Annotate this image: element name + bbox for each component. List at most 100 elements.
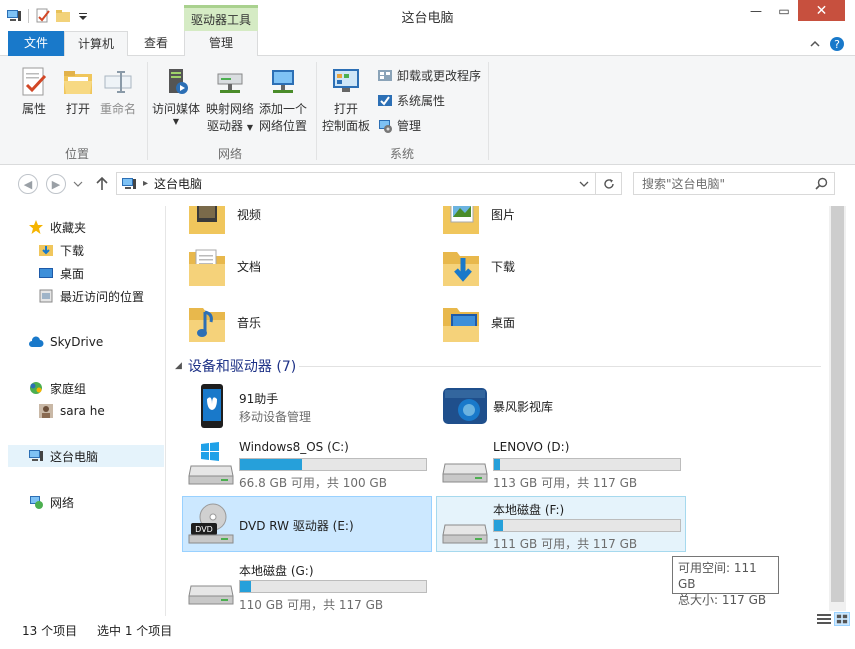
tab-file[interactable]: 文件: [8, 31, 64, 56]
navigation-pane: 收藏夹 下载 桌面 最近访问的位置 SkyDrive 家庭组 sara he 这…: [0, 206, 166, 616]
add-location-label-1: 添加一个: [259, 102, 308, 116]
access-media-button[interactable]: 访问媒体 ▼: [152, 66, 200, 126]
system-properties-button[interactable]: 系统属性: [377, 92, 445, 109]
device-storm-library[interactable]: 暴风影视库: [437, 378, 687, 434]
network-icon: [30, 496, 43, 509]
status-item-count: 13 个项目: [22, 624, 78, 638]
chevron-up-icon[interactable]: [808, 37, 822, 51]
properties-label: 属性: [21, 102, 46, 116]
nav-skydrive[interactable]: SkyDrive: [28, 333, 103, 351]
close-button[interactable]: ✕: [798, 0, 845, 21]
hard-drive-icon: [188, 585, 234, 605]
recent-places-icon: [39, 289, 53, 303]
vertical-scrollbar[interactable]: [829, 206, 846, 611]
system-properties-icon: [378, 94, 392, 106]
search-input[interactable]: 搜索"这台电脑": [642, 175, 725, 192]
group-label-location: 位置: [65, 147, 90, 161]
video-folder-icon: [189, 206, 225, 234]
refresh-icon: [603, 178, 614, 189]
content-area: 视频 图片 文档 下载 音乐 桌面 ◢ 设备和驱动器 (7) 91助手 移动设备…: [167, 206, 829, 616]
nav-homegroup[interactable]: 家庭组: [28, 379, 86, 397]
nav-downloads[interactable]: 下载: [38, 241, 84, 259]
folder-pictures[interactable]: 图片: [441, 206, 515, 236]
drive-d[interactable]: LENOVO (D:) 113 GB 可用，共 117 GB: [437, 436, 687, 492]
drive-e[interactable]: DVD DVD RW 驱动器 (E:): [182, 496, 432, 552]
tab-computer[interactable]: 计算机: [64, 31, 128, 57]
nav-favorites[interactable]: 收藏夹: [28, 218, 86, 236]
tiles-view-icon[interactable]: [834, 612, 850, 626]
chevron-down-icon[interactable]: [579, 181, 589, 188]
storm-media-icon: [443, 388, 487, 424]
help-icon[interactable]: ?: [829, 36, 845, 52]
search-box[interactable]: 搜索"这台电脑": [633, 172, 835, 195]
rename-icon: [104, 71, 132, 93]
open-control-panel-button[interactable]: 打开 控制面板: [322, 66, 370, 135]
breadcrumb-arrow-icon[interactable]: ▸: [143, 178, 148, 189]
nav-user-label: sara he: [60, 404, 105, 418]
drive-d-name: LENOVO (D:): [493, 440, 570, 454]
maximize-button[interactable]: ▭: [770, 0, 798, 21]
search-icon[interactable]: [815, 177, 828, 190]
tab-manage[interactable]: 管理: [184, 31, 258, 56]
folder-downloads[interactable]: 下载: [441, 244, 515, 288]
drive-d-sub: 113 GB 可用，共 117 GB: [493, 476, 638, 490]
forward-button[interactable]: ▶: [46, 174, 66, 194]
nav-network[interactable]: 网络: [28, 493, 74, 511]
address-bar[interactable]: ▸ 这台电脑: [116, 172, 596, 195]
folder-desktop[interactable]: 桌面: [441, 300, 515, 344]
drive-d-usage-bar: [493, 458, 681, 471]
manage-label: 管理: [397, 119, 422, 133]
nav-desktop[interactable]: 桌面: [38, 264, 84, 282]
drive-f-sub: 111 GB 可用，共 117 GB: [493, 537, 638, 551]
folder-videos[interactable]: 视频: [187, 206, 261, 236]
tooltip-free-space: 可用空间: 111 GB: [678, 561, 757, 591]
uninstall-program-button[interactable]: 卸载或更改程序: [377, 67, 481, 84]
nav-network-label: 网络: [50, 495, 75, 510]
section-devices[interactable]: ◢ 设备和驱动器 (7): [175, 356, 296, 376]
properties-button[interactable]: 属性: [18, 66, 50, 118]
drive-d-usage-fill: [494, 459, 501, 470]
tab-view[interactable]: 查看: [128, 31, 184, 56]
open-button[interactable]: 打开: [62, 66, 94, 118]
minimize-button[interactable]: —: [742, 0, 770, 21]
folder-documents-label: 文档: [237, 259, 262, 274]
folder-music[interactable]: 音乐: [187, 300, 261, 344]
pictures-folder-icon: [443, 206, 479, 234]
recent-locations-icon[interactable]: [73, 180, 83, 188]
dropdown-arrow-icon: ▼: [172, 117, 180, 126]
windows-drive-icon: [188, 442, 234, 485]
details-view-icon[interactable]: [816, 612, 832, 626]
rename-button[interactable]: 重命名: [100, 66, 136, 118]
homegroup-icon: [30, 382, 42, 394]
refresh-button[interactable]: [596, 172, 622, 195]
drive-g-sub: 110 GB 可用，共 117 GB: [239, 598, 384, 612]
back-button[interactable]: ◀: [18, 174, 38, 194]
tooltip-total-size: 总大小: 117 GB: [678, 593, 767, 607]
drive-f[interactable]: 本地磁盘 (F:) 111 GB 可用，共 117 GB: [436, 496, 686, 552]
device-91-assistant[interactable]: 91助手 移动设备管理: [183, 378, 433, 434]
programs-icon: [378, 69, 392, 81]
drive-c-name: Windows8_OS (C:): [239, 440, 349, 454]
manage-button[interactable]: 管理: [377, 117, 421, 134]
up-arrow-icon[interactable]: [95, 176, 109, 192]
hard-drive-icon: [442, 524, 488, 544]
ribbon: 属性 打开 重命名 位置 访问媒体 ▼ 映射网络 驱动器 ▼ 添加一个 网络位置…: [0, 56, 855, 165]
map-network-drive-button[interactable]: 映射网络 驱动器 ▼: [206, 66, 254, 136]
scrollbar-thumb[interactable]: [831, 206, 844, 602]
breadcrumb[interactable]: 这台电脑: [154, 175, 202, 192]
add-network-location-button[interactable]: 添加一个 网络位置: [259, 66, 307, 135]
music-folder-icon: [189, 308, 225, 342]
collapse-arrow-icon[interactable]: ◢: [175, 361, 182, 371]
status-selected-count: 选中 1 个项目: [97, 624, 173, 638]
phone-icon: [201, 384, 223, 428]
folder-videos-label: 视频: [237, 207, 262, 222]
folder-documents[interactable]: 文档: [187, 244, 261, 288]
nav-user[interactable]: sara he: [38, 402, 105, 420]
user-avatar: [39, 404, 53, 418]
nav-this-pc[interactable]: 这台电脑: [28, 447, 98, 465]
drive-g[interactable]: 本地磁盘 (G:) 110 GB 可用，共 117 GB: [183, 558, 433, 614]
map-drive-label-2: 驱动器 ▼: [207, 118, 253, 136]
drive-c[interactable]: Windows8_OS (C:) 66.8 GB 可用，共 100 GB: [183, 436, 433, 492]
nav-recent[interactable]: 最近访问的位置: [38, 287, 144, 305]
drive-e-name: DVD RW 驱动器 (E:): [239, 519, 354, 533]
